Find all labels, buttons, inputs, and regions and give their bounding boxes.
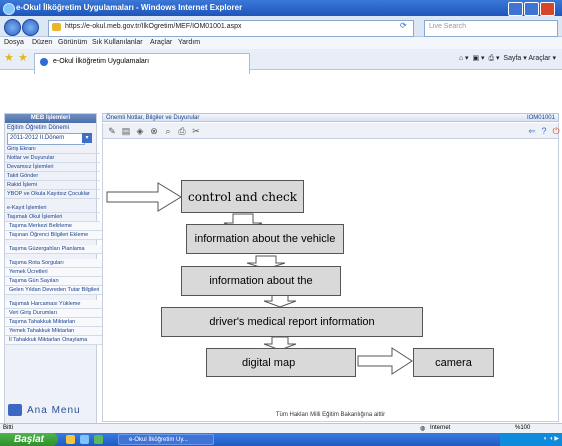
arrow-to-control: [106, 182, 182, 212]
flowchart-connectors: [106, 182, 413, 375]
ie-quick-icon[interactable]: [80, 435, 89, 444]
taskbar: Başlat e-Okul İlköğretim Uy... ◐ ◑ ▶: [0, 433, 562, 446]
system-tray: ◐ ◑ ▶: [500, 433, 562, 446]
footer-copyright: Tüm Hakları Milli Eğitim Bakanlığına ait…: [275, 412, 386, 418]
box-medical-report: driver's medical report information: [161, 307, 423, 337]
arrow-to-camera: [357, 347, 413, 375]
globe-icon: ◍: [420, 426, 426, 432]
status-text: Bitti: [3, 425, 14, 431]
desktop-icon[interactable]: [94, 435, 103, 444]
tray-icons: ◐ ◑ ▶: [543, 436, 559, 442]
box-camera: camera: [413, 348, 494, 377]
zoom-level[interactable]: %100: [515, 425, 530, 431]
taskbar-item-eokul[interactable]: e-Okul İlköğretim Uy...: [118, 434, 214, 445]
box-about-info: information about the: [181, 266, 341, 296]
status-bar: Bitti ◍ Internet %100: [0, 423, 562, 433]
security-zone: Internet: [430, 425, 451, 431]
box-digital-map: digital map: [206, 348, 356, 377]
box-vehicle-info: information about the vehicle: [186, 224, 344, 254]
start-button[interactable]: Başlat: [0, 433, 58, 446]
box-control-check: control and check: [181, 180, 304, 213]
explorer-icon[interactable]: [66, 435, 75, 444]
